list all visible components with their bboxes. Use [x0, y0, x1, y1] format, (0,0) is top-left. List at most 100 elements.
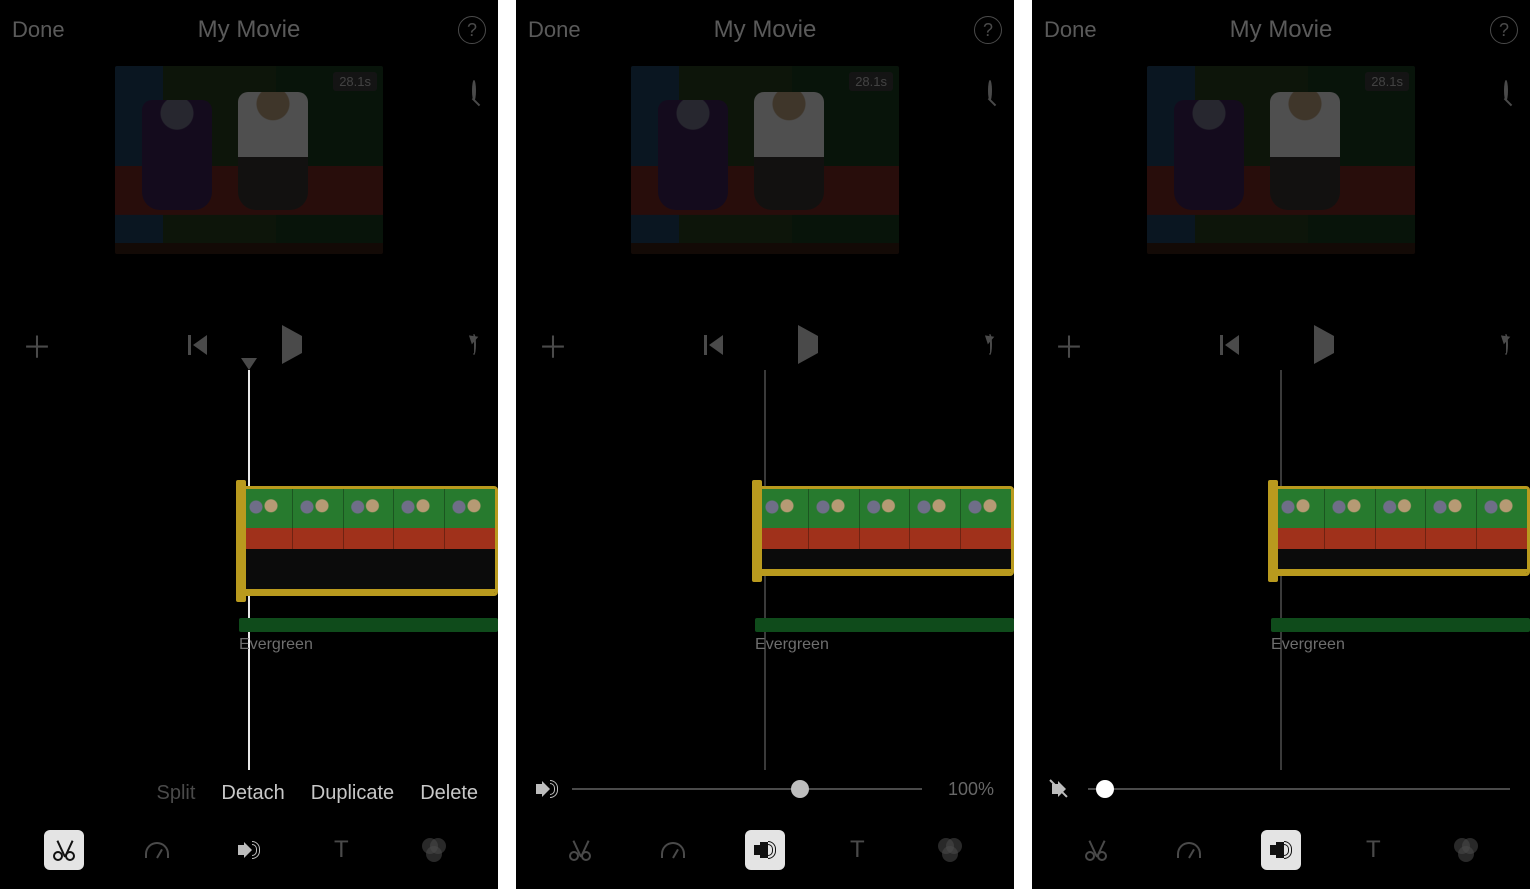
timeline[interactable]: Evergreen — [1032, 370, 1530, 770]
volume-tool[interactable] — [1261, 830, 1301, 870]
screen-2: Done My Movie ? 28.1s ＋ Evergreen 100% — [516, 0, 1014, 889]
add-media-button[interactable]: ＋ — [1054, 323, 1084, 367]
play-icon — [798, 325, 818, 364]
video-clip[interactable] — [755, 486, 1014, 576]
preview-area: 28.1s — [1032, 60, 1530, 320]
speed-gauge-icon — [145, 842, 169, 858]
transport-bar: ＋ — [516, 320, 1014, 370]
volume-knob[interactable] — [791, 780, 809, 798]
skip-start-button[interactable] — [1220, 335, 1239, 355]
text-icon: T — [850, 836, 865, 864]
play-button[interactable] — [798, 336, 818, 354]
inspector-toolbar: T — [516, 823, 1014, 877]
undo-icon — [988, 334, 992, 355]
clip-actions: Split Detach Duplicate Delete — [0, 782, 498, 805]
filters-tool[interactable] — [414, 830, 454, 870]
speed-tool[interactable] — [1169, 830, 1209, 870]
speaker-icon — [238, 842, 260, 858]
help-button[interactable]: ? — [974, 16, 1002, 44]
help-button[interactable]: ? — [1490, 16, 1518, 44]
done-button[interactable]: Done — [1044, 17, 1097, 43]
video-preview[interactable]: 28.1s — [115, 66, 383, 254]
trim-handle-left[interactable] — [236, 480, 246, 602]
skip-start-button[interactable] — [188, 335, 207, 355]
skip-start-button[interactable] — [704, 335, 723, 355]
duplicate-action[interactable]: Duplicate — [311, 782, 394, 805]
speed-tool[interactable] — [653, 830, 693, 870]
done-button[interactable]: Done — [12, 17, 65, 43]
volume-tool[interactable] — [745, 830, 785, 870]
speed-tool[interactable] — [137, 830, 177, 870]
text-icon: T — [1366, 836, 1381, 864]
header: Done My Movie ? — [0, 0, 498, 60]
play-icon — [282, 325, 302, 364]
add-media-button[interactable]: ＋ — [538, 323, 568, 367]
detach-action[interactable]: Detach — [221, 782, 284, 805]
speed-gauge-icon — [1177, 842, 1201, 858]
audio-track[interactable] — [239, 618, 498, 632]
text-icon: T — [334, 836, 349, 864]
skip-back-icon — [704, 335, 723, 355]
undo-icon — [1504, 334, 1508, 355]
trim-handle-left[interactable] — [752, 480, 762, 582]
volume-percent: 100% — [936, 779, 994, 800]
speaker-muted-icon[interactable] — [1052, 781, 1074, 797]
video-preview[interactable]: 28.1s — [1147, 66, 1415, 254]
header: Done My Movie ? — [1032, 0, 1530, 60]
filters-icon — [422, 838, 446, 862]
zoom-button[interactable] — [988, 82, 992, 100]
cut-tool[interactable] — [44, 830, 84, 870]
filters-tool[interactable] — [1446, 830, 1486, 870]
cut-tool[interactable] — [1076, 830, 1116, 870]
audio-track[interactable] — [755, 618, 1014, 632]
speaker-icon — [1270, 842, 1292, 858]
video-clip[interactable] — [1271, 486, 1530, 576]
video-preview[interactable]: 28.1s — [631, 66, 899, 254]
audio-track[interactable] — [1271, 618, 1530, 632]
add-media-button[interactable]: ＋ — [22, 323, 52, 367]
volume-slider[interactable] — [572, 788, 922, 790]
speaker-icon — [754, 842, 776, 858]
trim-handle-left[interactable] — [1268, 480, 1278, 582]
preview-area: 28.1s — [0, 60, 498, 320]
delete-action[interactable]: Delete — [420, 782, 478, 805]
play-icon — [1314, 325, 1334, 364]
audio-track-label: Evergreen — [1271, 636, 1345, 654]
preview-area: 28.1s — [516, 60, 1014, 320]
undo-button[interactable] — [472, 336, 476, 354]
titles-tool[interactable]: T — [837, 830, 877, 870]
project-title: My Movie — [714, 16, 817, 44]
cut-tool[interactable] — [560, 830, 600, 870]
help-button[interactable]: ? — [458, 16, 486, 44]
volume-tool[interactable] — [229, 830, 269, 870]
undo-button[interactable] — [1504, 336, 1508, 354]
header: Done My Movie ? — [516, 0, 1014, 60]
titles-tool[interactable]: T — [321, 830, 361, 870]
undo-button[interactable] — [988, 336, 992, 354]
video-clip[interactable] — [239, 486, 498, 596]
play-button[interactable] — [1314, 336, 1334, 354]
timeline[interactable]: Evergreen — [0, 370, 498, 770]
screen-3: Done My Movie ? 28.1s ＋ Evergreen — [1032, 0, 1530, 889]
project-title: My Movie — [198, 16, 301, 44]
zoom-button[interactable] — [472, 82, 476, 100]
speaker-icon[interactable] — [536, 781, 558, 797]
volume-control: 100% — [516, 769, 1014, 809]
titles-tool[interactable]: T — [1353, 830, 1393, 870]
skip-back-icon — [188, 335, 207, 355]
volume-slider[interactable] — [1088, 788, 1510, 790]
magnifier-icon — [1504, 80, 1508, 101]
audio-track-label: Evergreen — [239, 636, 313, 654]
filters-icon — [1454, 838, 1478, 862]
playhead-handle-icon[interactable] — [241, 358, 257, 370]
timeline[interactable]: Evergreen — [516, 370, 1014, 770]
screen-1: Done My Movie ? 28.1s ＋ Evergreen Split … — [0, 0, 498, 889]
speed-gauge-icon — [661, 842, 685, 858]
play-button[interactable] — [282, 336, 302, 354]
magnifier-icon — [988, 80, 992, 101]
volume-knob[interactable] — [1096, 780, 1114, 798]
zoom-button[interactable] — [1504, 82, 1508, 100]
filters-tool[interactable] — [930, 830, 970, 870]
done-button[interactable]: Done — [528, 17, 581, 43]
scissors-icon — [1085, 839, 1107, 861]
